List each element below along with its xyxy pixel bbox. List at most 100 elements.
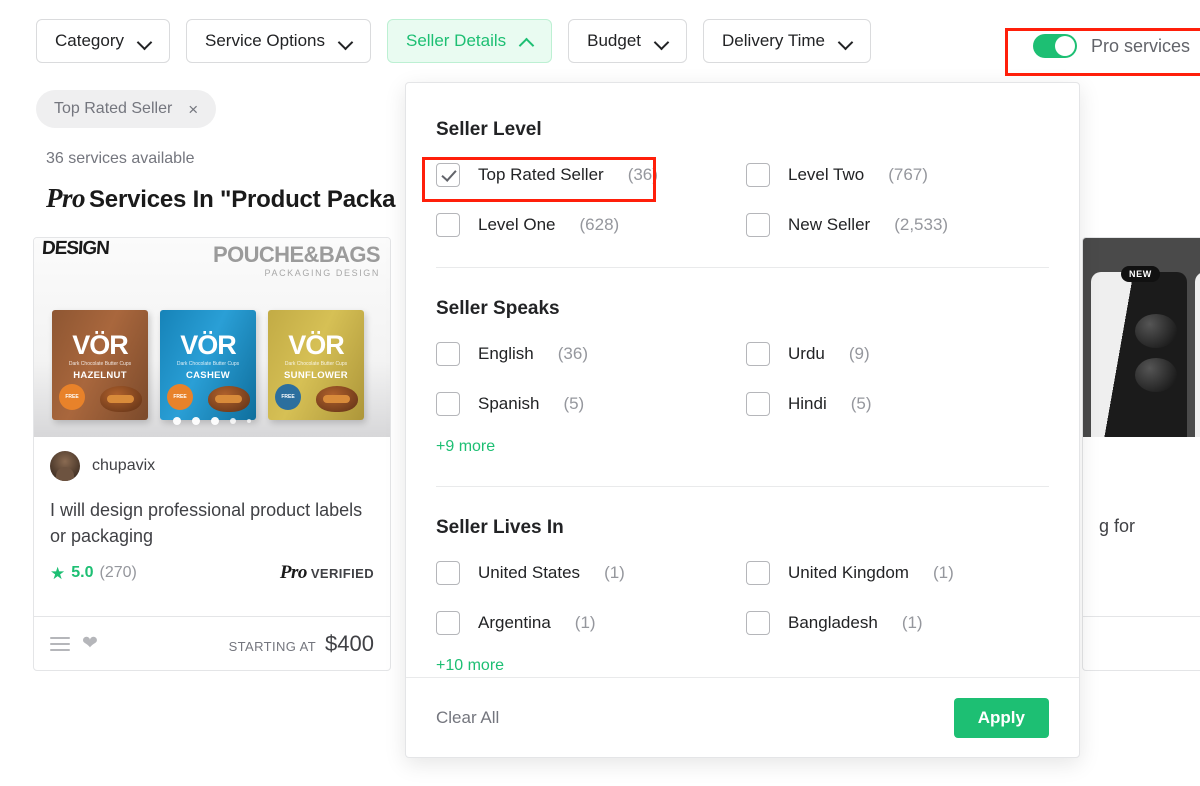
pro-services-toggle-group[interactable]: Pro services bbox=[1019, 28, 1200, 64]
gig-meta: VERIFIED bbox=[1099, 552, 1200, 567]
option-argentina[interactable]: Argentina (1) bbox=[436, 611, 746, 635]
seller-name[interactable]: chupavix bbox=[92, 457, 155, 475]
pack-flavor: SUNFLOWER bbox=[284, 370, 348, 381]
seller-row[interactable]: chupavix bbox=[50, 451, 374, 481]
section-title: Seller Level bbox=[436, 119, 542, 140]
brand-name: POUCHE&BAGS bbox=[213, 242, 381, 267]
pro-logo-icon: Pro bbox=[279, 562, 308, 583]
carousel-dot-active[interactable] bbox=[173, 417, 181, 425]
option-label: New Seller bbox=[788, 215, 871, 234]
gig-card[interactable]: DESIGN POUCHE&BAGS PACKAGING DESIGN VÖR … bbox=[33, 237, 391, 671]
pouch-blob-icon bbox=[1135, 314, 1177, 348]
checkbox-icon[interactable] bbox=[746, 213, 770, 237]
option-urdu[interactable]: Urdu (9) bbox=[746, 342, 1049, 366]
chip-label: Top Rated Seller bbox=[54, 100, 173, 117]
chevron-down-icon bbox=[655, 35, 668, 48]
pack-badge: FREE bbox=[275, 384, 301, 410]
checkbox-icon[interactable] bbox=[746, 342, 770, 366]
checkbox-icon[interactable] bbox=[436, 392, 460, 416]
option-count: (1) bbox=[604, 563, 625, 582]
option-label: Urdu bbox=[788, 344, 825, 363]
results-count: 36 services available bbox=[46, 150, 195, 167]
pack-subtitle: Dark Chocolate Butter Cups bbox=[284, 361, 348, 367]
add-to-list-icon[interactable] bbox=[50, 636, 70, 651]
applied-filter-chip-top-rated-seller[interactable]: Top Rated Seller × bbox=[36, 90, 217, 128]
carousel-dot[interactable] bbox=[211, 417, 219, 425]
pack-badge: FREE bbox=[59, 384, 85, 410]
option-level-one[interactable]: Level One (628) bbox=[436, 213, 746, 237]
gig-card-body: g for VERIFIED bbox=[1083, 437, 1200, 567]
option-united-states[interactable]: United States (1) bbox=[436, 561, 746, 585]
option-hindi[interactable]: Hindi (5) bbox=[746, 392, 1049, 416]
gig-thumbnail[interactable]: NEW bbox=[1083, 238, 1200, 437]
apply-button[interactable]: Apply bbox=[953, 697, 1049, 738]
option-english[interactable]: English (36) bbox=[436, 342, 746, 366]
section-seller-level: Seller Level Top Rated Seller (36) Level… bbox=[436, 119, 1049, 237]
filter-button-seller-details[interactable]: Seller Details bbox=[386, 19, 553, 63]
gig-card-footer: ❤ STARTING AT $400 bbox=[34, 616, 390, 670]
gig-title[interactable]: g for bbox=[1099, 513, 1200, 539]
option-label: Level One bbox=[478, 215, 556, 234]
gig-card[interactable]: NEW g for VERIFIED AT $500 bbox=[1082, 237, 1200, 671]
option-spanish[interactable]: Spanish (5) bbox=[436, 392, 746, 416]
option-label: United States bbox=[478, 563, 581, 582]
option-level-two[interactable]: Level Two (767) bbox=[746, 163, 1049, 187]
option-label: Argentina bbox=[478, 613, 551, 632]
new-badge: NEW bbox=[1121, 266, 1160, 282]
filter-button-category[interactable]: Category bbox=[36, 19, 170, 63]
carousel-dots[interactable] bbox=[34, 417, 390, 425]
page-title: Pro Services In "Product Packa bbox=[46, 183, 396, 214]
close-icon[interactable]: × bbox=[188, 101, 198, 118]
avatar[interactable] bbox=[50, 451, 80, 481]
panel-footer: Clear All Apply bbox=[406, 677, 1079, 757]
pro-services-switch[interactable] bbox=[1032, 34, 1077, 58]
option-count: (2,533) bbox=[894, 215, 949, 234]
option-label: United Kingdom bbox=[788, 563, 909, 582]
heart-icon[interactable]: ❤ bbox=[82, 634, 98, 653]
chevron-up-icon bbox=[520, 35, 533, 48]
gig-title[interactable]: I will design professional product label… bbox=[50, 497, 374, 549]
chocolate-cup-icon bbox=[100, 386, 142, 412]
brand-tagline: PACKAGING DESIGN bbox=[264, 268, 380, 278]
show-more-countries-link[interactable]: +10 more bbox=[436, 657, 504, 675]
show-more-languages-link[interactable]: +9 more bbox=[436, 438, 495, 456]
checkbox-icon[interactable] bbox=[746, 392, 770, 416]
checkbox-icon[interactable] bbox=[436, 213, 460, 237]
pro-services-label: Pro services bbox=[1090, 35, 1190, 56]
checkbox-icon[interactable] bbox=[436, 342, 460, 366]
chocolate-cup-icon bbox=[208, 386, 250, 412]
option-count: (1) bbox=[574, 613, 596, 632]
carousel-dot[interactable] bbox=[230, 418, 236, 424]
checkbox-icon[interactable] bbox=[436, 561, 460, 585]
checkbox-icon[interactable] bbox=[746, 163, 770, 187]
option-united-kingdom[interactable]: United Kingdom (1) bbox=[746, 561, 1049, 585]
pack-brand: VÖR bbox=[180, 330, 237, 360]
filter-button-label: Service Options bbox=[204, 31, 325, 50]
option-count: (1) bbox=[901, 613, 923, 632]
product-pack: VÖR Dark Chocolate Butter Cups HAZELNUT … bbox=[52, 310, 148, 420]
filter-button-label: Category bbox=[55, 31, 124, 50]
filter-button-delivery-time[interactable]: Delivery Time bbox=[703, 19, 871, 63]
filter-button-budget[interactable]: Budget bbox=[568, 19, 688, 63]
seller-details-dropdown-panel: Seller Level Top Rated Seller (36) Level… bbox=[405, 82, 1080, 758]
clear-all-button[interactable]: Clear All bbox=[436, 708, 499, 728]
gig-thumbnail[interactable]: DESIGN POUCHE&BAGS PACKAGING DESIGN VÖR … bbox=[34, 238, 390, 437]
option-bangladesh[interactable]: Bangladesh (1) bbox=[746, 611, 1049, 635]
filter-button-service-options[interactable]: Service Options bbox=[185, 19, 371, 63]
section-seller-speaks: Seller Speaks English (36) Urdu (9) Span… bbox=[436, 268, 1049, 456]
pro-logo-icon: Pro bbox=[46, 183, 86, 213]
pouch-blob-icon bbox=[1135, 358, 1177, 392]
gig-card-body: chupavix I will design professional prod… bbox=[34, 437, 390, 584]
option-top-rated-seller[interactable]: Top Rated Seller (36) bbox=[436, 163, 746, 187]
checkbox-icon[interactable] bbox=[746, 561, 770, 585]
checkbox-icon[interactable] bbox=[746, 611, 770, 635]
price-block: STARTING AT $400 bbox=[229, 631, 374, 657]
checkbox-checked-icon[interactable] bbox=[436, 163, 460, 187]
option-count: (5) bbox=[563, 394, 585, 413]
option-new-seller[interactable]: New Seller (2,533) bbox=[746, 213, 1049, 237]
thumbnail-brand: POUCHE&BAGS PACKAGING DESIGN bbox=[213, 242, 381, 278]
carousel-dot[interactable] bbox=[247, 419, 251, 423]
carousel-dot[interactable] bbox=[192, 417, 200, 425]
pack-flavor: HAZELNUT bbox=[73, 370, 127, 381]
checkbox-icon[interactable] bbox=[436, 611, 460, 635]
